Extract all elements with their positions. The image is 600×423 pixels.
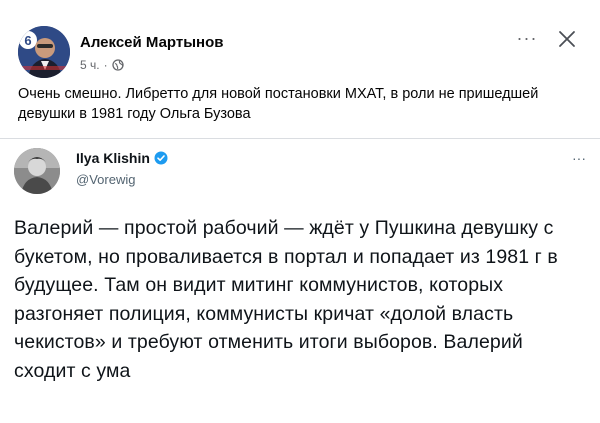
- close-icon[interactable]: [556, 28, 578, 50]
- author-avatar[interactable]: 6: [18, 26, 70, 78]
- tweet-avatar-image: [14, 148, 60, 194]
- post-header: 6 Алексей Мартынов 5 ч. · ···: [18, 26, 582, 78]
- tweet-more-options[interactable]: ···: [572, 150, 586, 166]
- tweet-author-name-row: Ilya Klishin: [76, 150, 168, 166]
- more-options-button[interactable]: ···: [514, 29, 540, 50]
- globe-icon[interactable]: [111, 59, 124, 71]
- post-meta: 5 ч. ·: [80, 58, 124, 72]
- meta-separator: ·: [103, 58, 108, 72]
- verified-badge-icon: [154, 151, 168, 165]
- facebook-post: 6 Алексей Мартынов 5 ч. · ··· Очень смеш…: [0, 0, 600, 423]
- author-avatar-image: 6: [18, 26, 70, 78]
- tweet-author-handle[interactable]: @Vorewig: [76, 172, 135, 187]
- tweet-author-name[interactable]: Ilya Klishin: [76, 150, 150, 166]
- post-time[interactable]: 5 ч.: [80, 58, 100, 72]
- author-name[interactable]: Алексей Мартынов: [80, 34, 223, 51]
- post-text: Очень смешно. Либретто для новой постано…: [18, 86, 539, 122]
- svg-text:6: 6: [24, 33, 31, 48]
- tweet-author-avatar[interactable]: [14, 148, 60, 194]
- tweet-text: Валерий — простой рабочий — ждёт у Пушки…: [14, 217, 558, 382]
